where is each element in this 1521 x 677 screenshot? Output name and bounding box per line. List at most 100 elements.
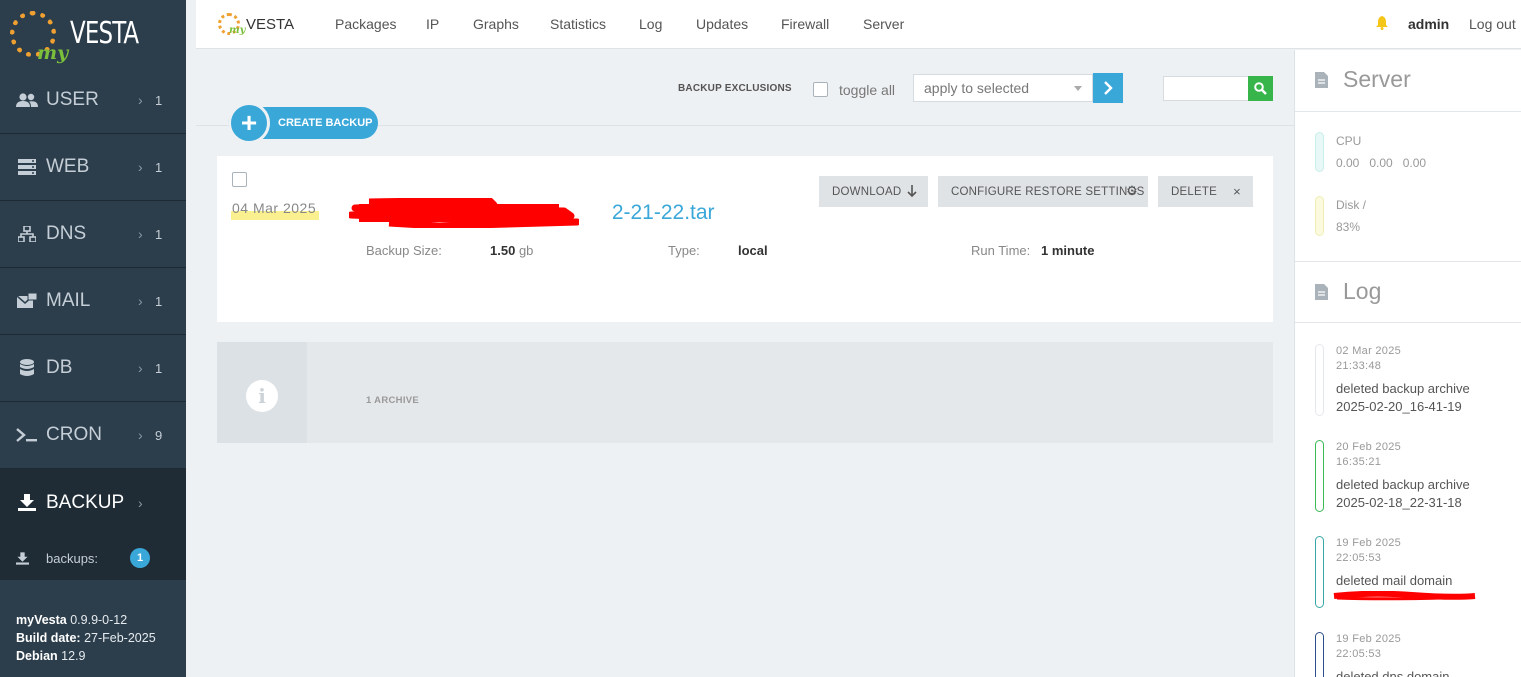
sidebar-item-cron[interactable]: CRON › 9	[0, 402, 186, 469]
nav-link-updates[interactable]: Updates	[696, 16, 748, 32]
sidebar-item-mail[interactable]: MAIL › 1	[0, 268, 186, 335]
download-icon	[16, 551, 30, 565]
nav-link-packages[interactable]: Packages	[335, 16, 396, 32]
logout-link[interactable]: Log out	[1469, 16, 1516, 32]
server-section-header: Server	[1295, 50, 1521, 112]
document-icon	[1315, 72, 1328, 88]
configure-restore-label: CONFIGURE RESTORE SETTINGS	[951, 185, 1145, 198]
nav-link-server[interactable]: Server	[863, 16, 904, 32]
log-entry-marker	[1315, 536, 1324, 608]
log-entry-message: deleted dns domain	[1336, 669, 1450, 677]
nav-link-ip[interactable]: IP	[426, 16, 439, 32]
configure-restore-settings-button[interactable]: CONFIGURE RESTORE SETTINGS ⚙	[938, 176, 1148, 207]
sidebar-item-label: BACKUP	[46, 491, 125, 513]
redaction-scribble	[349, 198, 579, 228]
myvesta-logo[interactable]: my VESTA	[0, 0, 186, 67]
sidebar-item-dns[interactable]: DNS › 1	[0, 201, 186, 268]
log-title: Log	[1343, 278, 1382, 304]
terminal-icon	[16, 427, 38, 443]
chevron-right-icon: ›	[138, 494, 143, 511]
info-icon: i	[246, 380, 278, 412]
plus-icon[interactable]: +	[228, 102, 270, 144]
backups-count-badge: 1	[130, 548, 150, 568]
nav-link-statistics[interactable]: Statistics	[550, 16, 606, 32]
log-entry-timestamp: 02 Mar 2025 21:33:48	[1336, 345, 1402, 372]
sidebar-item-count: 9	[155, 427, 163, 443]
log-entry: 02 Mar 2025 21:33:48 deleted backup archi…	[1315, 344, 1515, 419]
delete-button[interactable]: DELETE ×	[1158, 176, 1253, 207]
sidebar-item-label: DB	[46, 357, 73, 378]
search-input[interactable]	[1163, 76, 1249, 101]
run-time-label: Run Time:	[971, 243, 1031, 258]
download-button[interactable]: DOWNLOAD	[819, 176, 928, 207]
delete-label: DELETE	[1171, 185, 1217, 198]
chevron-right-icon: ›	[138, 293, 143, 309]
toggle-all-checkbox[interactable]	[813, 82, 828, 97]
sidebar-item-db[interactable]: DB › 1	[0, 335, 186, 402]
create-backup-label: CREATE BACKUP	[278, 117, 373, 129]
backup-row-checkbox[interactable]	[232, 172, 247, 187]
nav-link-firewall[interactable]: Firewall	[781, 16, 829, 32]
log-section-header: Log	[1295, 261, 1521, 323]
close-icon: ×	[1233, 183, 1241, 199]
logo-prefix: my	[229, 25, 246, 36]
build-date-label: Build date:	[16, 631, 81, 645]
backup-date: 04 Mar 2025	[232, 200, 317, 216]
sitemap-icon	[16, 226, 38, 242]
nav-link-graphs[interactable]: Graphs	[473, 16, 519, 32]
sidebar-sub-item-label: backups:	[46, 550, 99, 566]
caret-down-icon	[1074, 86, 1082, 91]
sidebar-item-user[interactable]: USER › 1	[0, 67, 186, 134]
log-entry-timestamp: 19 Feb 2025 22:05:53	[1336, 537, 1402, 564]
bulk-action-value: apply to selected	[924, 80, 1030, 96]
log-entry-timestamp: 20 Feb 2025 16:35:21	[1336, 441, 1402, 468]
sidebar-item-label: DNS	[46, 223, 87, 244]
backup-type-value: local	[738, 243, 768, 258]
backup-size-label: Backup Size:	[366, 243, 442, 258]
mail-icon	[16, 293, 38, 309]
apply-bulk-button[interactable]	[1093, 73, 1123, 103]
cpu-label: CPU	[1336, 134, 1362, 148]
bulk-action-select[interactable]: apply to selected	[913, 74, 1093, 102]
disk-label: Disk /	[1336, 198, 1366, 212]
disk-indicator	[1315, 196, 1324, 236]
chevron-right-icon	[1104, 81, 1113, 95]
sidebar-item-backup[interactable]: BACKUP ›	[0, 469, 186, 536]
backup-toolbar: CREATE BACKUP + BACKUP EXCLUSIONS toggle…	[196, 50, 1294, 144]
disk-usage-value: 83%	[1336, 220, 1361, 234]
search-button[interactable]	[1248, 76, 1273, 101]
cpu-indicator	[1315, 132, 1324, 172]
logo-ring-icon: my	[10, 10, 68, 64]
log-entry-marker	[1315, 440, 1324, 512]
archive-count: 1 ARCHIVE	[366, 395, 420, 406]
sidebar-item-label: USER	[46, 89, 99, 110]
logo-prefix: my	[37, 41, 69, 64]
nav-link-log[interactable]: Log	[639, 16, 662, 32]
log-entry-marker	[1315, 632, 1324, 677]
sidebar-item-web[interactable]: WEB › 1	[0, 134, 186, 201]
log-entry: 19 Feb 2025 22:05:53 deleted mail domain	[1315, 536, 1515, 611]
document-icon	[1315, 284, 1328, 300]
chevron-right-icon: ›	[138, 360, 143, 376]
archive-summary: i 1 ARCHIVE	[217, 342, 1273, 443]
redaction-scribble	[1333, 591, 1476, 601]
arrow-down-icon	[906, 184, 918, 198]
log-entry-marker	[1315, 344, 1324, 416]
users-icon	[16, 92, 38, 108]
os-version: 12.9	[61, 649, 86, 663]
current-user[interactable]: admin	[1408, 16, 1449, 32]
log-entry-timestamp: 19 Feb 2025 22:05:53	[1336, 633, 1402, 660]
bell-icon[interactable]	[1376, 16, 1388, 30]
sidebar-sub-item-backups[interactable]: backups: 1	[0, 536, 186, 580]
top-logo[interactable]: my VESTA	[218, 13, 294, 36]
sidebar-item-count: 1	[155, 159, 163, 175]
gear-icon: ⚙	[1126, 183, 1138, 198]
backup-filename-suffix: 2-21-22.tar	[611, 201, 715, 224]
log-entry-message: deleted backup archive 2025-02-18_22-31-1…	[1336, 477, 1470, 510]
download-label: DOWNLOAD	[832, 185, 902, 198]
toggle-all-label[interactable]: toggle all	[839, 82, 895, 98]
chevron-right-icon: ›	[138, 427, 143, 443]
sidebar-item-label: CRON	[46, 424, 102, 445]
backup-exclusions-link[interactable]: BACKUP EXCLUSIONS	[678, 83, 792, 94]
version-info: myVesta 0.9.9-0-12 Build date: 27-Feb-20…	[16, 611, 156, 665]
